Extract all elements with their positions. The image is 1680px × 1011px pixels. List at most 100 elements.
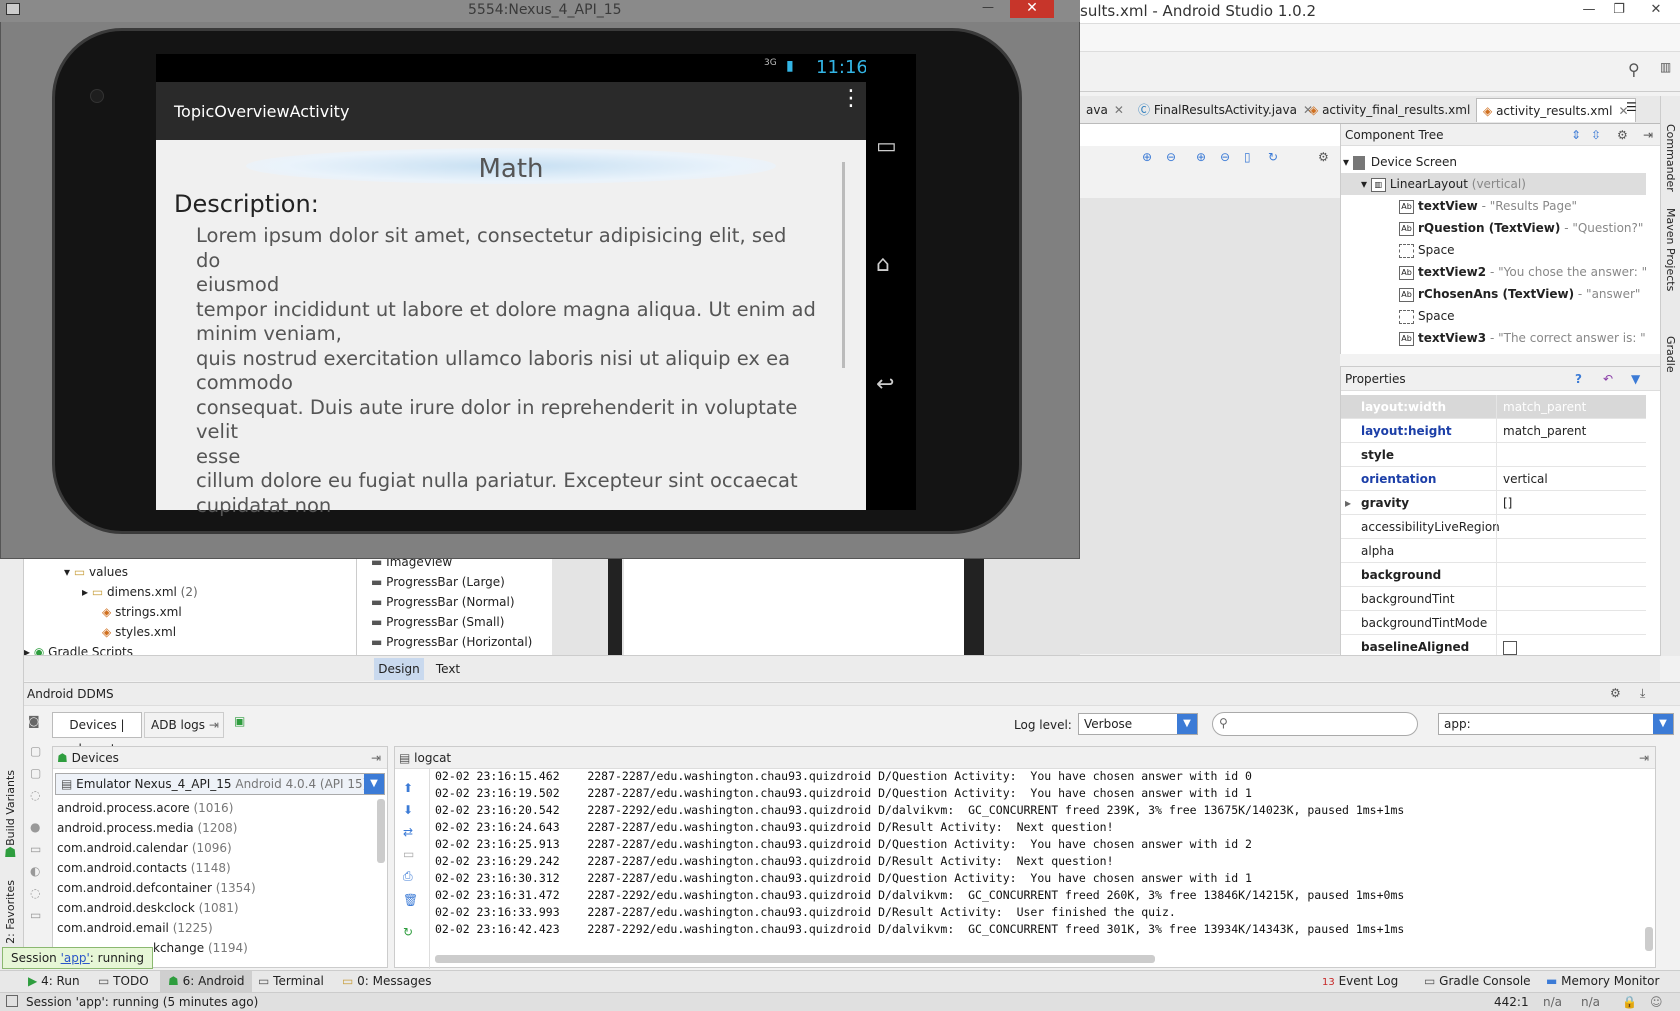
android-icon[interactable]: ☗ (4, 845, 17, 861)
scroll-up-icon[interactable]: ⬆ (403, 781, 413, 795)
process-item[interactable]: android.process.acore (1016) (57, 801, 233, 815)
palette-item-progressbar-horizontal[interactable]: ▬ ProgressBar (Horizontal) (371, 635, 532, 649)
property-value[interactable]: match_parent (1496, 419, 1646, 443)
settings-gear-icon[interactable]: ⚙ (1610, 686, 1621, 700)
print-icon[interactable]: ⎙ (403, 869, 413, 884)
property-value[interactable]: [] (1496, 491, 1646, 515)
scroll-down-icon[interactable]: ⬇ (403, 803, 413, 817)
log-level-select[interactable]: Verbose ▼ (1078, 713, 1198, 735)
process-item[interactable]: com.android.email (1225) (57, 921, 213, 935)
restore-default-icon[interactable]: ↶ (1603, 367, 1613, 391)
property-row[interactable]: layout:height match_parent (1341, 419, 1646, 443)
debug-icon[interactable]: ◌ (30, 788, 40, 802)
content-scrollbar[interactable] (842, 162, 845, 368)
memory-monitor-tool-button[interactable]: ▬ Memory Monitor (1546, 974, 1659, 988)
caret-position[interactable]: 442:1 (1494, 995, 1529, 1009)
heap-icon[interactable]: ● (30, 820, 40, 834)
property-row[interactable]: layout:width match_parent (1341, 395, 1646, 419)
zoom-in-icon[interactable]: ⊕ (1196, 150, 1206, 164)
close-button[interactable]: ✕ (1645, 2, 1667, 20)
maven-projects-tab[interactable]: Maven Projects (1664, 208, 1677, 291)
gc-icon[interactable]: ◌ (30, 886, 40, 900)
collapse-all-icon[interactable]: ⇳ (1591, 124, 1601, 146)
devices-scrollbar[interactable] (377, 799, 385, 863)
tree-item-dimens[interactable]: ▸ ▭ dimens.xml (2) (82, 585, 198, 599)
logcat-vscrollbar[interactable] (1645, 927, 1653, 951)
event-log-tool-button[interactable]: 13 Event Log (1322, 974, 1398, 988)
terminate-icon[interactable]: ▢ (30, 766, 41, 780)
baseline-aligned-checkbox[interactable] (1503, 640, 1517, 655)
lock-icon[interactable]: 🔒 (1622, 995, 1637, 1009)
scroll-end-icon[interactable]: ▭ (403, 847, 414, 861)
tree-item-strings[interactable]: ◈ strings.xml (102, 605, 182, 619)
tab-finalresultsactivity[interactable]: Ⓒ FinalResultsActivity.java ✕ (1132, 98, 1319, 122)
inspector-icon[interactable]: ☺ (1650, 995, 1663, 1009)
tree-item-textview[interactable]: Ab textView - "Results Page" (1399, 195, 1577, 217)
tree-item-device-screen[interactable]: ▾ Device Screen (1343, 151, 1457, 173)
tree-item-rquestion[interactable]: Ab rQuestion (TextView) - "Question?" (1399, 217, 1643, 239)
pin-icon[interactable]: ⇥ (371, 747, 381, 769)
palette-item-progressbar-small[interactable]: ▬ ProgressBar (Small) (371, 615, 504, 629)
back-icon[interactable]: ↩ (876, 372, 894, 397)
tab-activity-final-results[interactable]: ◈ activity_final_results.xml✕ (1303, 98, 1492, 122)
soft-wrap-icon[interactable]: ⇄ (403, 825, 413, 839)
dump-icon[interactable]: ▭ (30, 908, 41, 922)
commander-tab[interactable]: Commander (1664, 124, 1677, 192)
tab-devices-logcat[interactable]: Devices | logcat (52, 712, 142, 756)
emulator-minimize-button[interactable]: — (982, 0, 994, 14)
build-variants-tab[interactable]: Build Variants (4, 770, 17, 846)
tab-java-partial[interactable]: ava ✕ (1080, 98, 1130, 122)
process-item[interactable]: com.android.calendar (1096) (57, 841, 232, 855)
threads-icon[interactable]: ▭ (30, 842, 41, 856)
tab-text[interactable]: Text (428, 658, 468, 680)
gradle-tab[interactable]: Gradle (1664, 336, 1677, 373)
refresh-icon[interactable]: ↻ (1268, 150, 1278, 164)
tab-design[interactable]: Design (374, 658, 424, 680)
property-row[interactable]: accessibilityLiveRegion (1341, 515, 1646, 539)
recent-apps-icon[interactable]: ▭ (876, 134, 897, 159)
tree-item-rchosenans[interactable]: Ab rChosenAns (TextView) - "answer" (1399, 283, 1640, 305)
emulator-close-button[interactable]: ✕ (1010, 0, 1054, 18)
home-icon[interactable]: ⌂ (876, 252, 890, 277)
hide-panel-icon[interactable]: ⤓ (1640, 686, 1645, 701)
tree-item-textview2[interactable]: Ab textView2 - "You chose the answer: " (1399, 261, 1647, 283)
property-row[interactable]: background (1341, 563, 1646, 587)
zoom-fit-icon[interactable]: ⊕ (1142, 150, 1152, 164)
logcat-hscrollbar[interactable] (435, 955, 1155, 963)
property-value[interactable]: vertical (1496, 467, 1646, 491)
process-item[interactable]: com.android.deskclock (1081) (57, 901, 239, 915)
filter-select[interactable]: app: edu.washington.chau93.quizdroid ▼ (1438, 713, 1674, 735)
close-tab-icon[interactable]: ✕ (1114, 103, 1124, 117)
property-row[interactable]: style (1341, 443, 1646, 467)
tree-item-values[interactable]: ▾ ▭ values (64, 565, 128, 579)
terminal-tool-button[interactable]: ▭ Terminal (258, 974, 324, 988)
property-value[interactable] (1496, 539, 1646, 563)
process-item[interactable]: com.android.defcontainer (1354) (57, 881, 256, 895)
device-select[interactable]: ▤ Emulator Nexus_4_API_15 Android 4.0.4 … (55, 773, 385, 795)
property-value[interactable] (1496, 515, 1646, 539)
encoding-status[interactable]: n/a (1581, 995, 1600, 1009)
palette-item-progressbar-normal[interactable]: ▬ ProgressBar (Normal) (371, 595, 515, 609)
screenshot-icon[interactable]: ▯ (1244, 150, 1251, 164)
tracing-icon[interactable]: ◐ (30, 864, 40, 878)
zoom-actual-icon[interactable]: ⊖ (1166, 150, 1176, 164)
tree-item-linearlayout[interactable]: ▾ ▥ LinearLayout (vertical) (1341, 173, 1646, 195)
process-item[interactable]: kchange (1194) (153, 941, 248, 955)
pin-icon[interactable]: ⇥ (1639, 747, 1649, 769)
tab-overflow-icon[interactable]: ☰ (1626, 100, 1637, 114)
overflow-menu-icon[interactable]: ⋮ (840, 88, 862, 110)
settings-gear-icon[interactable]: ⚙ (1318, 150, 1329, 164)
settings-gear-icon[interactable]: ⚙ (1617, 124, 1628, 146)
property-row[interactable]: backgroundTintMode (1341, 611, 1646, 635)
property-row[interactable]: alpha (1341, 539, 1646, 563)
process-item[interactable]: android.process.media (1208) (57, 821, 237, 835)
tree-item-space[interactable]: Space (1399, 239, 1455, 261)
tree-item-textview3[interactable]: Ab textView3 - "The correct answer is: " (1399, 327, 1646, 349)
messages-tool-button[interactable]: ▭ 0: Messages (342, 974, 432, 988)
camera-icon[interactable]: ◙ (28, 714, 40, 728)
tree-item-styles[interactable]: ◈ styles.xml (102, 625, 176, 639)
logcat-search-input[interactable]: ⚲ (1212, 712, 1418, 736)
tab-activity-results[interactable]: ◈ activity_results.xml ✕ (1476, 98, 1636, 122)
property-value[interactable] (1496, 587, 1646, 611)
property-value[interactable] (1496, 563, 1646, 587)
